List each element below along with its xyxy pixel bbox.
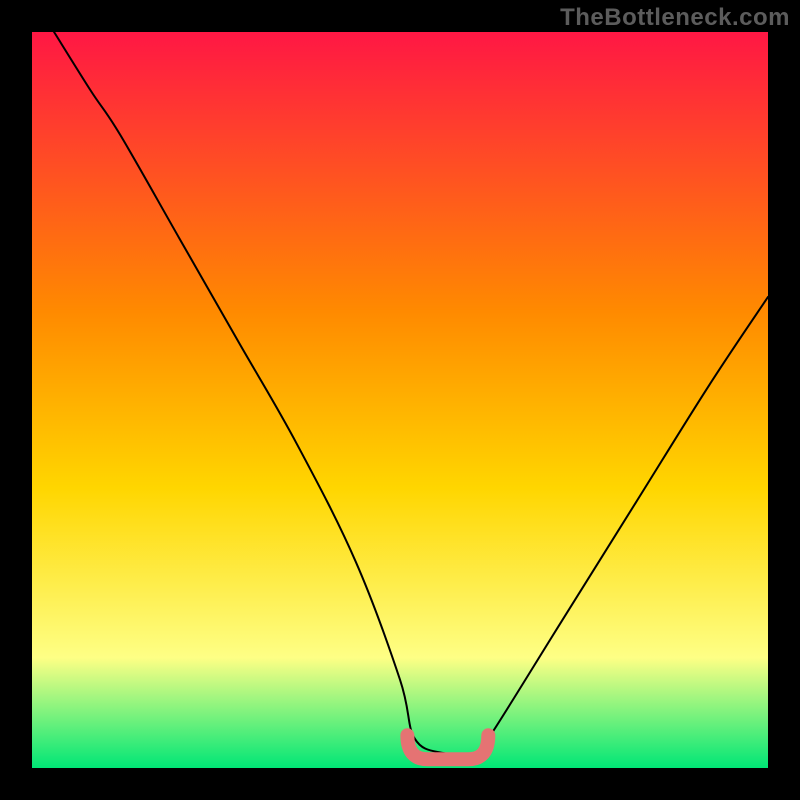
- watermark-text: TheBottleneck.com: [560, 4, 790, 32]
- chart-frame: TheBottleneck.com: [0, 0, 800, 800]
- chart-svg: [0, 0, 800, 800]
- gradient-background: [32, 32, 768, 768]
- frame-right: [768, 0, 800, 800]
- frame-left: [0, 0, 32, 800]
- frame-bottom: [0, 768, 800, 800]
